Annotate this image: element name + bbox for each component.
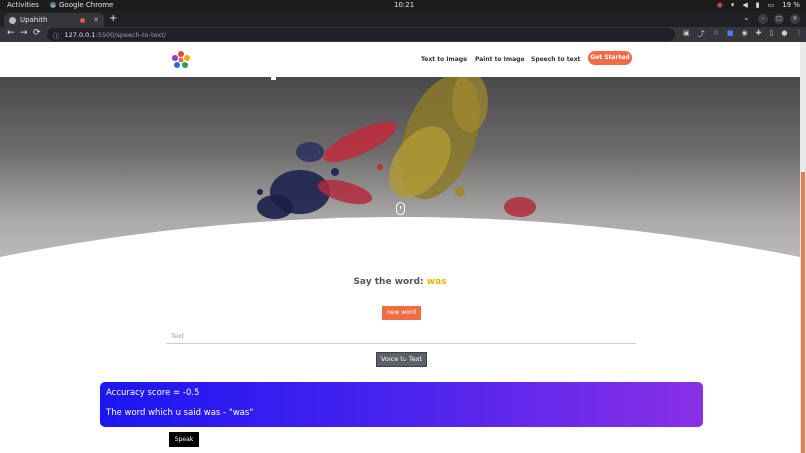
- result-panel: Accuracy score = -0.5 The word which u s…: [100, 382, 703, 427]
- browser-tab[interactable]: Upahith ✕: [4, 13, 104, 27]
- extension-blue-icon[interactable]: ■: [727, 29, 734, 39]
- recording-indicator-icon: [80, 17, 86, 23]
- volume-icon: ◀: [742, 1, 748, 9]
- battery-icon: ▭: [767, 1, 775, 9]
- chrome-icon: [50, 2, 56, 8]
- new-word-button[interactable]: new word: [382, 306, 421, 320]
- mouse-pointer-icon: ☝: [402, 355, 408, 365]
- prompt-label: Say the word:: [353, 277, 424, 287]
- target-word: was: [426, 277, 447, 287]
- close-window-icon[interactable]: ✕: [790, 14, 800, 24]
- web-page: Text to Image Paint to Image Speech to t…: [0, 42, 800, 453]
- word-prompt: Say the word: was: [0, 277, 800, 287]
- profile-icon[interactable]: ●: [781, 29, 787, 39]
- clock[interactable]: 10:21: [394, 1, 414, 9]
- share-icon[interactable]: ⤴: [698, 29, 705, 39]
- page-scrollbar[interactable]: [800, 42, 806, 453]
- reload-icon[interactable]: ⟳: [33, 28, 41, 38]
- accuracy-score: Accuracy score = -0.5: [106, 388, 200, 398]
- browser-toolbar: ← → ⟳ ⓘ 127.0.0.1:5500/speech-to-text/ ▣…: [0, 27, 806, 42]
- record-icon: ◉: [716, 1, 723, 9]
- maximize-icon[interactable]: □: [774, 14, 784, 24]
- speak-button[interactable]: Speak: [169, 432, 199, 447]
- tab-close-icon[interactable]: ✕: [93, 16, 99, 24]
- browser-tab-strip: Upahith ✕ + ⌄ – □ ✕: [0, 11, 806, 27]
- tab-search-chevron-icon[interactable]: ⌄: [743, 13, 750, 22]
- back-icon[interactable]: ←: [7, 28, 15, 38]
- sidebar-icon[interactable]: ▯: [770, 29, 774, 39]
- active-app-name: Google Chrome: [59, 1, 114, 9]
- puzzle-icon[interactable]: ✚: [756, 29, 762, 39]
- activities-button[interactable]: Activities: [7, 1, 39, 9]
- new-tab-button[interactable]: +: [109, 13, 117, 24]
- wifi-icon: ▾: [730, 1, 735, 9]
- url-host: 127.0.0.1: [64, 30, 96, 39]
- forward-icon[interactable]: →: [20, 28, 28, 38]
- scrollbar-thumb[interactable]: [801, 172, 805, 453]
- url-path: :5500/speech-to-text/: [95, 30, 166, 39]
- tab-favicon-icon: [9, 16, 16, 24]
- menu-kebab-icon[interactable]: ⋮: [795, 29, 802, 39]
- address-bar[interactable]: ⓘ 127.0.0.1:5500/speech-to-text/: [47, 28, 675, 41]
- bookmark-star-icon[interactable]: ☆: [713, 29, 719, 39]
- system-tray[interactable]: ◉ ▾ ◀ ▮ ▭ 19 %: [717, 1, 800, 9]
- os-top-bar: Activities Google Chrome 10:21 ◉ ▾ ◀ ▮ ▭…: [0, 0, 806, 11]
- site-info-icon[interactable]: ⓘ: [53, 30, 60, 40]
- mic-icon: ▮: [755, 1, 760, 9]
- tab-title: Upahith: [20, 16, 48, 24]
- text-input[interactable]: [166, 328, 636, 344]
- camera-icon[interactable]: ▣: [683, 29, 690, 39]
- battery-level: 19 %: [782, 1, 800, 9]
- speech-to-text-section: Say the word: was new word Voice to Text…: [0, 42, 800, 453]
- window-controls: – □ ✕: [758, 14, 800, 24]
- extension-icon[interactable]: ◉: [742, 29, 748, 39]
- toolbar-icons: ▣ ⤴ ☆ ■ ◉ ✚ ▯ ● ⋮: [683, 29, 802, 39]
- active-app-indicator[interactable]: Google Chrome: [50, 1, 113, 9]
- recognized-word: The word which u said was - "was": [106, 408, 254, 418]
- minimize-icon[interactable]: –: [758, 14, 768, 24]
